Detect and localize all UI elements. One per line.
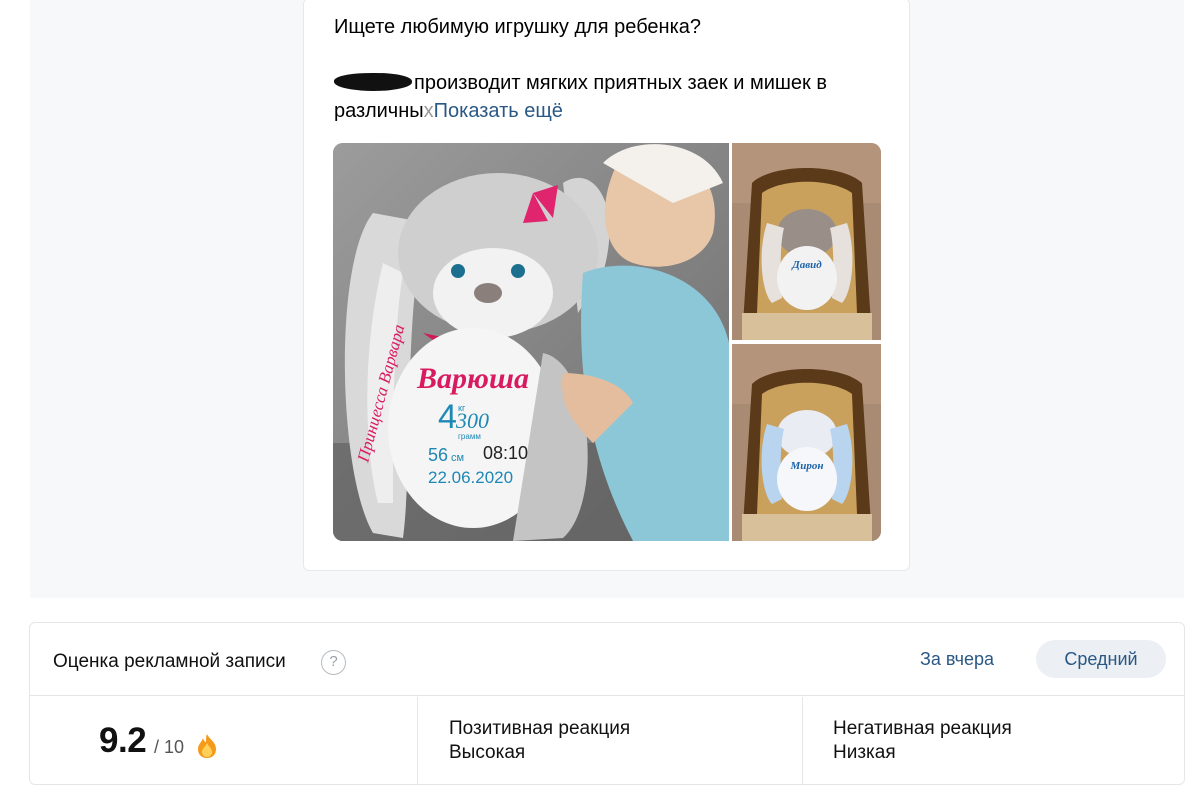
rating-header: Оценка рекламной записи ? За вчера Средн… [30, 623, 1184, 696]
negative-reaction-value: Низкая [833, 742, 896, 763]
toy-embroidery-name: Давид [791, 259, 822, 271]
positive-reaction-label: Позитивная реакция [449, 718, 631, 739]
toy-embroidery-name: Мирон [789, 460, 823, 472]
post-text: Ищете любимую игрушку для ребенка? произ… [333, 13, 854, 125]
score-cell: 9.2 / 10 [30, 697, 418, 785]
score-max: / 10 [154, 737, 185, 757]
toy-embroidery-time: 08:10 [483, 443, 528, 463]
level-button[interactable]: Средний [1036, 640, 1166, 678]
toy-embroidery-weight-g: 300 [455, 408, 489, 433]
toy-embroidery-date: 22.06.2020 [428, 468, 513, 487]
photo-gallery: Варюша 4 кг 300 грамм 56 см 08:10 22.06.… [333, 143, 881, 541]
post-text-line: Ищете любимую игрушку для ребенка? [334, 16, 702, 38]
score-value: 9.2 [99, 721, 147, 760]
ad-rating-card: Оценка рекламной записи ? За вчера Средн… [29, 622, 1185, 785]
period-link[interactable]: За вчера [920, 649, 994, 670]
toy-embroidery-name: Варюша [416, 362, 529, 395]
fire-icon [196, 733, 218, 759]
help-icon[interactable]: ? [321, 650, 346, 675]
positive-reaction-cell: Позитивная реакция Высокая [419, 697, 803, 785]
post-text-line: различны [334, 100, 424, 122]
ad-post-card: Ищете любимую игрушку для ребенка? произ… [303, 0, 910, 571]
post-text-fade: х [423, 100, 434, 122]
rating-title: Оценка рекламной записи [53, 651, 286, 672]
negative-reaction-cell: Негативная реакция Низкая [804, 697, 1184, 785]
toy-embroidery-height-unit: см [451, 452, 464, 464]
positive-reaction-value: Высокая [449, 742, 526, 763]
photo-side-1[interactable]: Давид [732, 143, 881, 340]
show-more-link[interactable]: Показать ещё [434, 100, 563, 122]
post-text-line: производит мягких приятных заек и мишек … [414, 72, 827, 94]
toy-embroidery-weight-kg: 4 [438, 398, 457, 436]
negative-reaction-label: Негативная реакция [833, 718, 1012, 739]
toy-embroidery-g-unit: грамм [458, 432, 481, 441]
photo-main[interactable]: Варюша 4 кг 300 грамм 56 см 08:10 22.06.… [333, 143, 729, 541]
toy-embroidery-height: 56 [428, 445, 448, 465]
redacted-brand-name [333, 72, 413, 92]
photo-side-2[interactable]: Мирон [732, 344, 881, 541]
